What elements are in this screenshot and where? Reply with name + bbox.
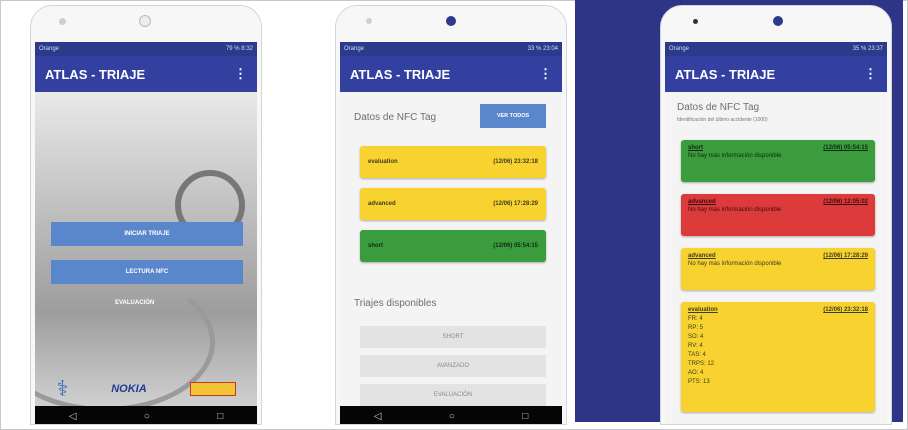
status-carrier: Orange (39, 46, 60, 52)
front-camera-icon (773, 16, 783, 26)
tag-detail-card[interactable]: advanced (12/06) 17:28:29 No hay más info… (681, 248, 875, 290)
vital-rv: RV: 4 (688, 343, 703, 349)
nav-bar: ◁ ○ □ (35, 406, 257, 424)
recents-icon[interactable]: □ (522, 411, 528, 422)
app-title: ATLAS - TRIAJE (675, 66, 776, 82)
screen-nfc-tag: Orange 33 % 23:04 ATLAS - TRIAJE ⋮ Datos… (340, 42, 562, 424)
card-time: (12/06) 23:32:18 (823, 307, 868, 313)
phone-2-top (336, 6, 566, 40)
phone-3-top (661, 6, 891, 40)
evaluacion-button[interactable]: EVALUACIÓN (115, 300, 154, 306)
entry-label: evaluation (368, 159, 398, 165)
card-time: (12/06) 12:05:02 (823, 199, 868, 205)
speaker-icon (59, 18, 66, 25)
nav-bar: ◁ ○ □ (340, 406, 562, 424)
status-right: 79 % 8:32 (225, 46, 253, 52)
overflow-menu-icon[interactable]: ⋮ (234, 66, 247, 82)
status-carrier: Orange (344, 46, 365, 52)
triaje-evaluacion-button[interactable]: EVALUACIÓN (360, 384, 546, 406)
vital-so: SO: 4 (688, 334, 704, 340)
phone-1: Orange 79 % 8:32 ATLAS - TRIAJE ⋮ INICIA… (30, 5, 262, 425)
recents-icon[interactable]: □ (217, 411, 223, 422)
card-time: (12/06) 05:54:15 (823, 145, 868, 151)
app-bar: ATLAS - TRIAJE ⋮ (35, 56, 257, 92)
card-note: No hay más información disponible (688, 153, 782, 159)
section-subtitle: Identificación del último accidente (100… (677, 117, 768, 123)
vital-fr: FR: 4 (688, 316, 703, 322)
section-title: Datos de NFC Tag (677, 102, 760, 113)
tag-detail-card[interactable]: short (12/06) 05:54:15 No hay más informa… (681, 140, 875, 182)
overflow-menu-icon[interactable]: ⋮ (539, 66, 552, 82)
status-right: 35 % 23:37 (852, 46, 883, 52)
status-bar: Orange 33 % 23:04 (340, 42, 562, 56)
nokia-logo: NOKIA (111, 383, 147, 395)
card-note: No hay más información disponible (688, 207, 782, 213)
back-icon[interactable]: ◁ (69, 411, 77, 422)
home-icon[interactable]: ○ (449, 411, 455, 422)
speaker-icon (366, 18, 372, 24)
card-label: advanced (688, 199, 716, 205)
phone-1-top (31, 6, 261, 40)
overflow-menu-icon[interactable]: ⋮ (864, 66, 877, 82)
card-label: evaluation (688, 307, 718, 313)
triaje-avanzado-button[interactable]: AVANZADO (360, 355, 546, 377)
phone-2: Orange 33 % 23:04 ATLAS - TRIAJE ⋮ Datos… (335, 5, 567, 425)
lectura-nfc-button[interactable]: LECTURA NFC (51, 260, 243, 284)
screen-home: Orange 79 % 8:32 ATLAS - TRIAJE ⋮ INICIA… (35, 42, 257, 424)
app-bar: ATLAS - TRIAJE ⋮ (665, 56, 887, 92)
screen-nfc-detail: Orange 35 % 23:37 ATLAS - TRIAJE ⋮ Datos… (665, 42, 887, 424)
vital-ao: AO: 4 (688, 370, 704, 376)
card-note: No hay más información disponible (688, 261, 782, 267)
back-icon[interactable]: ◁ (374, 411, 382, 422)
app-bar: ATLAS - TRIAJE ⋮ (340, 56, 562, 92)
entry-label: advanced (368, 201, 396, 207)
status-bar: Orange 35 % 23:37 (665, 42, 887, 56)
government-logo-icon (189, 382, 236, 396)
sponsor-logos: ⚕ NOKIA (35, 376, 257, 402)
card-label: short (688, 145, 703, 151)
triajes-title: Triajes disponibles (354, 298, 437, 309)
status-bar: Orange 79 % 8:32 (35, 42, 257, 56)
entry-time: (12/06) 05:54:15 (493, 243, 538, 249)
home-sensor-icon (139, 15, 151, 27)
card-time: (12/06) 17:28:29 (823, 253, 868, 259)
nfc-entry-card[interactable]: short (12/06) 05:54:15 (360, 230, 546, 262)
triaje-short-button[interactable]: SHORT (360, 326, 546, 348)
app-title: ATLAS - TRIAJE (45, 66, 146, 82)
speaker-icon (693, 19, 698, 24)
section-title: Datos de NFC Tag (354, 112, 437, 123)
tag-detail-card[interactable]: advanced (12/06) 12:05:02 No hay más info… (681, 194, 875, 236)
app-title: ATLAS - TRIAJE (350, 66, 451, 82)
entry-label: short (368, 243, 383, 249)
evaluation-detail-card[interactable]: evaluation (12/06) 23:32:18 FR: 4 RP: 5 S… (681, 302, 875, 412)
vital-tas: TAS: 4 (688, 352, 706, 358)
vital-pts: PTS: 13 (688, 379, 710, 385)
card-label: advanced (688, 253, 716, 259)
front-camera-icon (446, 16, 456, 26)
phone-3: Orange 35 % 23:37 ATLAS - TRIAJE ⋮ Datos… (660, 5, 892, 425)
home-icon[interactable]: ○ (144, 411, 150, 422)
vital-rp: RP: 5 (688, 325, 704, 331)
status-carrier: Orange (669, 46, 690, 52)
nfc-entry-card[interactable]: advanced (12/06) 17:28:29 (360, 188, 546, 220)
caduceus-logo-icon: ⚕ (56, 376, 69, 401)
status-right: 33 % 23:04 (527, 46, 558, 52)
nfc-entry-card[interactable]: evaluation (12/06) 23:32:18 (360, 146, 546, 178)
stethoscope-background (35, 92, 257, 412)
ver-todos-button[interactable]: VER TODOS (480, 104, 546, 128)
entry-time: (12/06) 23:32:18 (493, 159, 538, 165)
vital-trps: TRPS: 12 (688, 361, 715, 367)
iniciar-triaje-button[interactable]: INICIAR TRIAJE (51, 222, 243, 246)
entry-time: (12/06) 17:28:29 (493, 201, 538, 207)
